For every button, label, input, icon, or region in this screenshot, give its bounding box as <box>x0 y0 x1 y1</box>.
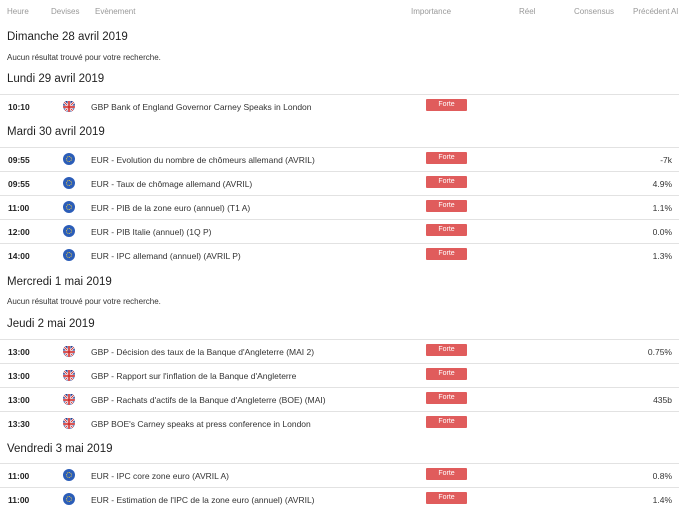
event-previous: 0.8% <box>652 471 672 481</box>
event-name: EUR - Estimation de l'IPC de la zone eur… <box>91 495 315 505</box>
importance-badge: Forte <box>426 248 467 260</box>
importance-badge: Forte <box>426 200 467 212</box>
eu-flag-icon <box>63 153 75 165</box>
event-name: GBP BOE's Carney speaks at press confere… <box>91 419 311 429</box>
importance-badge: Forte <box>426 344 467 356</box>
event-time: 09:55 <box>8 155 30 165</box>
no-result-message: Aucun résultat trouvé pour votre recherc… <box>7 53 161 62</box>
event-previous: 1.4% <box>652 495 672 505</box>
header-event[interactable]: Evènement <box>95 7 135 16</box>
event-name: GBP - Décision des taux de la Banque d'A… <box>91 347 315 357</box>
event-name: GBP - Rachats d'actifs de la Banque d'An… <box>91 395 326 405</box>
event-previous: 1.3% <box>652 251 672 261</box>
event-row[interactable]: 12:00 EUR - PIB Italie (annuel) (1Q P) F… <box>0 219 679 242</box>
header-currency[interactable]: Devises <box>51 7 79 16</box>
event-name: EUR - IPC core zone euro (AVRIL A) <box>91 471 229 481</box>
event-time: 13:00 <box>8 371 30 381</box>
event-time: 12:00 <box>8 227 30 237</box>
event-name: EUR - PIB Italie (annuel) (1Q P) <box>91 227 212 237</box>
event-previous: 0.75% <box>647 347 672 357</box>
event-time: 13:00 <box>8 395 30 405</box>
event-time: 09:55 <box>8 179 30 189</box>
eu-flag-icon <box>63 469 75 481</box>
event-time: 11:00 <box>8 495 30 505</box>
gb-flag-icon <box>63 393 75 405</box>
event-row[interactable]: 13:30 GBP BOE's Carney speaks at press c… <box>0 411 679 434</box>
day-heading: Dimanche 28 avril 2019 <box>7 31 128 43</box>
day-heading: Vendredi 3 mai 2019 <box>7 443 113 455</box>
header-consensus[interactable]: Consensus <box>574 7 614 16</box>
event-previous: -7k <box>660 155 672 165</box>
gb-flag-icon <box>63 345 75 357</box>
event-name: EUR - PIB de la zone euro (annuel) (T1 A… <box>91 203 251 213</box>
eu-flag-icon <box>63 225 75 237</box>
event-row[interactable]: 11:00 EUR - Estimation de l'IPC de la zo… <box>0 487 679 510</box>
event-time: 11:00 <box>8 203 30 213</box>
importance-badge: Forte <box>426 416 467 428</box>
event-row[interactable]: 10:10 GBP Bank of England Governor Carne… <box>0 94 679 117</box>
gb-flag-icon <box>63 369 75 381</box>
event-previous: 435b <box>653 395 672 405</box>
day-heading: Jeudi 2 mai 2019 <box>7 318 95 330</box>
header-actual[interactable]: Réel <box>519 7 535 16</box>
eu-flag-icon <box>63 177 75 189</box>
event-name: EUR - IPC allemand (annuel) (AVRIL P) <box>91 251 241 261</box>
event-row[interactable]: 13:00 GBP - Rapport sur l'inflation de l… <box>0 363 679 386</box>
header-alert[interactable]: Al <box>671 7 678 16</box>
table-header: Heure Devises Evènement Importance Réel … <box>0 0 679 20</box>
importance-badge: Forte <box>426 99 467 111</box>
event-row[interactable]: 13:00 GBP - Décision des taux de la Banq… <box>0 339 679 362</box>
event-previous: 1.1% <box>652 203 672 213</box>
event-row[interactable]: 11:00 EUR - IPC core zone euro (AVRIL A)… <box>0 463 679 486</box>
event-time: 13:30 <box>8 419 30 429</box>
event-time: 14:00 <box>8 251 30 261</box>
event-row[interactable]: 11:00 EUR - PIB de la zone euro (annuel)… <box>0 195 679 218</box>
event-row[interactable]: 13:00 GBP - Rachats d'actifs de la Banqu… <box>0 387 679 410</box>
importance-badge: Forte <box>426 152 467 164</box>
event-time: 13:00 <box>8 347 30 357</box>
event-name: GBP Bank of England Governor Carney Spea… <box>91 102 312 112</box>
event-row[interactable]: 09:55 EUR - Taux de chômage allemand (AV… <box>0 171 679 194</box>
day-heading: Mardi 30 avril 2019 <box>7 126 105 138</box>
eu-flag-icon <box>63 249 75 261</box>
header-importance[interactable]: Importance <box>411 7 451 16</box>
day-heading: Mercredi 1 mai 2019 <box>7 276 112 288</box>
header-previous[interactable]: Précédent <box>633 7 669 16</box>
event-row[interactable]: 09:55 EUR - Evolution du nombre de chôme… <box>0 147 679 170</box>
event-row[interactable]: 14:00 EUR - IPC allemand (annuel) (AVRIL… <box>0 243 679 266</box>
header-time[interactable]: Heure <box>7 7 29 16</box>
event-previous: 0.0% <box>652 227 672 237</box>
importance-badge: Forte <box>426 468 467 480</box>
event-time: 11:00 <box>8 471 30 481</box>
event-time: 10:10 <box>8 102 30 112</box>
importance-badge: Forte <box>426 368 467 380</box>
gb-flag-icon <box>63 417 75 429</box>
importance-badge: Forte <box>426 492 467 504</box>
eu-flag-icon <box>63 493 75 505</box>
importance-badge: Forte <box>426 176 467 188</box>
importance-badge: Forte <box>426 392 467 404</box>
event-previous: 4.9% <box>652 179 672 189</box>
event-name: EUR - Evolution du nombre de chômeurs al… <box>91 155 315 165</box>
no-result-message: Aucun résultat trouvé pour votre recherc… <box>7 297 161 306</box>
event-name: EUR - Taux de chômage allemand (AVRIL) <box>91 179 253 189</box>
gb-flag-icon <box>63 100 75 112</box>
day-heading: Lundi 29 avril 2019 <box>7 73 105 85</box>
importance-badge: Forte <box>426 224 467 236</box>
eu-flag-icon <box>63 201 75 213</box>
event-name: GBP - Rapport sur l'inflation de la Banq… <box>91 371 297 381</box>
